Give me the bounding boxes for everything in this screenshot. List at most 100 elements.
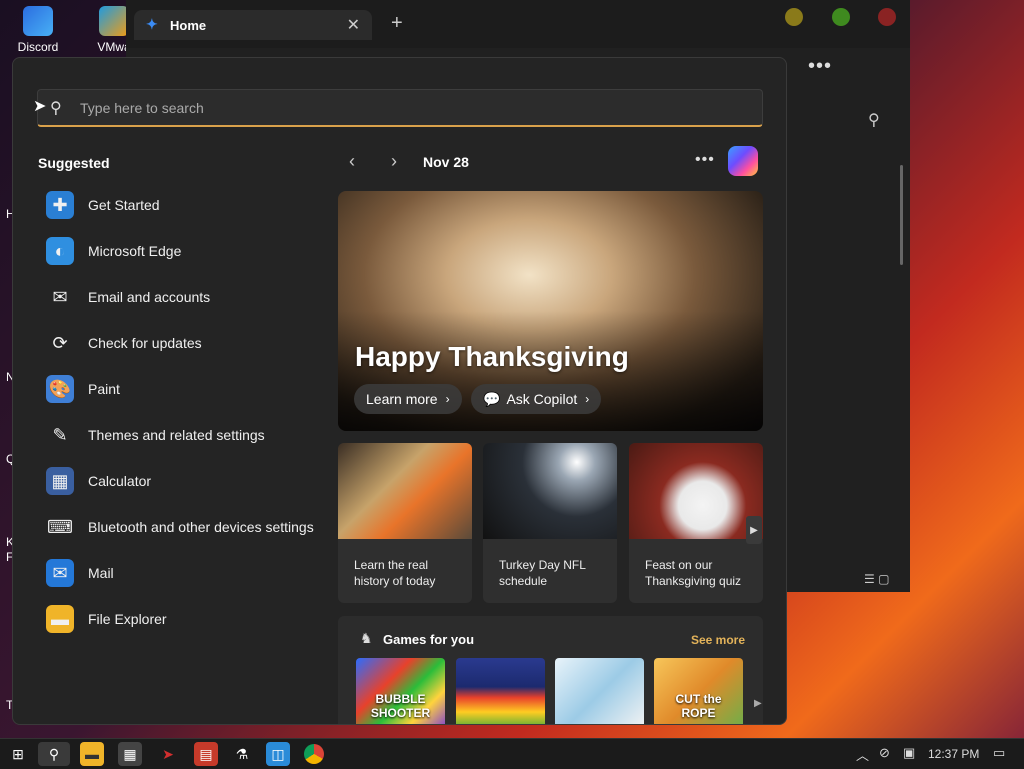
network-icon[interactable]: ⊘ [879,745,890,761]
news-card-image [483,443,617,539]
browser-titlebar: ✦ Home ✕ + [126,0,910,48]
browser-tab-home[interactable]: ✦ Home ✕ [134,10,372,40]
file-explorer-icon[interactable]: ▬ [80,742,104,766]
suggested-item-mail[interactable]: ✉ Mail [38,550,328,596]
suggested-item-label: Get Started [88,197,160,213]
news-card-caption: Feast on our Thanksgiving quiz [645,558,742,588]
suggested-list: ✚ Get Started ◐ Microsoft Edge ✉ Email a… [38,182,328,642]
feed-date: Nov 28 [423,154,469,170]
news-card[interactable]: Learn the real history of today [338,443,472,603]
lab-flask-icon[interactable]: ⚗ [230,742,254,766]
suggested-item-themes[interactable]: ✎ Themes and related settings [38,412,328,458]
suggested-heading: Suggested [38,155,110,171]
vmware-icon[interactable]: ◫ [266,742,290,766]
desktop-icon-discord[interactable]: Discord [8,6,68,54]
ask-copilot-button[interactable]: 💬 Ask Copilot › [471,384,602,414]
suggested-item-label: Paint [88,381,120,397]
news-card-image [629,443,763,539]
discord-app-icon [23,6,53,36]
chevron-up-icon[interactable]: ︿ [856,745,869,764]
news-card[interactable]: Turkey Day NFL schedule [483,443,617,603]
suggested-item-get-started[interactable]: ✚ Get Started [38,182,328,228]
news-card[interactable]: Feast on our Thanksgiving quiz [629,443,763,603]
taskbar-search-icon[interactable]: ⚲ [38,742,70,766]
previous-day-button[interactable]: ‹ [349,151,355,172]
search-box[interactable]: ⚲ [37,89,763,127]
game-tile-stickman[interactable] [555,658,644,724]
suggested-item-paint[interactable]: 🎨 Paint [38,366,328,412]
games-scroll-right-icon[interactable]: ▶ [754,698,762,709]
close-window-button[interactable] [878,8,896,26]
chevron-right-icon: › [445,392,450,406]
cards-scroll-right-icon[interactable]: ▶ [746,516,762,544]
store-icon[interactable]: ▦ [118,742,142,766]
games-heading: Games for you [383,632,475,647]
suggested-item-email-accounts[interactable]: ✉ Email and accounts [38,274,328,320]
suggested-item-label: Mail [88,565,114,581]
suggested-item-label: Bluetooth and other devices settings [88,519,314,535]
tab-label: Home [170,18,207,33]
feed-more-options-icon[interactable]: ••• [695,151,715,169]
suggested-item-check-updates[interactable]: ⟳ Check for updates [38,320,328,366]
suggested-item-calculator[interactable]: ▦ Calculator [38,458,328,504]
next-day-button[interactable]: › [391,151,397,172]
suggested-item-label: Microsoft Edge [88,243,182,259]
news-card-caption: Turkey Day NFL schedule [499,558,586,588]
maximize-button[interactable] [832,8,850,26]
search-panel: ⚲ ➤ Suggested ✚ Get Started ◐ Microsoft … [12,57,787,725]
hero-card[interactable]: Happy Thanksgiving Learn more › 💬 Ask Co… [338,191,763,431]
suggested-item-edge[interactable]: ◐ Microsoft Edge [38,228,328,274]
game-tile-blocks[interactable] [456,658,545,724]
minimize-button[interactable] [785,8,803,26]
see-more-link[interactable]: See more [691,633,745,647]
refresh-icon: ⟳ [52,332,68,353]
suggested-item-label: Calculator [88,473,152,489]
chat-bubble-icon: 💬 [483,390,501,407]
suggested-item-file-explorer[interactable]: ▬ File Explorer [38,596,328,642]
news-card-caption: Learn the real history of today [354,558,436,588]
brush-icon: ✎ [52,424,68,445]
notifications-icon[interactable]: ▭ [993,745,1005,761]
suggested-item-label: File Explorer [88,611,167,627]
news-cards: Learn the real history of today Turkey D… [338,443,763,603]
new-tab-button[interactable]: + [391,12,403,35]
sparkle-icon: ✦ [146,16,158,32]
mail-icon: ✉ [46,559,74,587]
suggested-item-label: Check for updates [88,335,202,351]
game-tile-cut-the-rope[interactable]: CUT the ROPE [654,658,743,724]
winrar-icon[interactable]: ▤ [194,742,218,766]
games-section: ♞ Games for you See more BUBBLE SHOOTER … [338,616,763,724]
suggested-item-bluetooth[interactable]: ⌨ Bluetooth and other devices settings [38,504,328,550]
chrome-icon[interactable] [304,744,324,764]
suggested-item-label: Themes and related settings [88,427,265,443]
display-icon[interactable]: ▣ [903,745,915,761]
mouse-cursor-icon: ➤ [33,98,47,115]
hero-title: Happy Thanksgiving [355,341,629,372]
windows-start-icon[interactable]: ⊞ [6,742,30,766]
more-options-icon[interactable]: ••• [808,55,832,78]
calculator-icon: ▦ [46,467,74,495]
vmware-app-icon [99,6,129,36]
view-toggle-icon[interactable]: ☰ ▢ [864,572,889,586]
search-icon[interactable]: ⚲ [868,110,880,130]
learn-more-label: Learn more [366,391,438,407]
close-icon[interactable]: ✕ [347,15,360,35]
paint-icon: 🎨 [46,375,74,403]
copilot-icon[interactable] [728,146,758,176]
scrollbar[interactable] [900,165,903,265]
learn-more-button[interactable]: Learn more › [354,384,462,414]
clock[interactable]: 12:37 PM [928,747,979,761]
game-tile-label: BUBBLE SHOOTER [370,692,431,720]
app-arrow-icon[interactable]: ➤ [156,742,180,766]
search-icon: ⚲ [50,100,62,117]
game-tile-bubble-shooter[interactable]: BUBBLE SHOOTER [356,658,445,724]
chevron-right-icon: › [585,392,590,406]
game-tile-label: CUT the ROPE [675,692,722,720]
devices-icon: ⌨ [47,516,73,537]
get-started-icon: ✚ [46,191,74,219]
folder-icon: ▬ [46,605,74,633]
search-input[interactable] [78,94,742,122]
chess-piece-icon: ♞ [360,630,373,646]
ask-copilot-label: Ask Copilot [506,391,578,407]
desktop-icon-label: Discord [17,40,59,54]
